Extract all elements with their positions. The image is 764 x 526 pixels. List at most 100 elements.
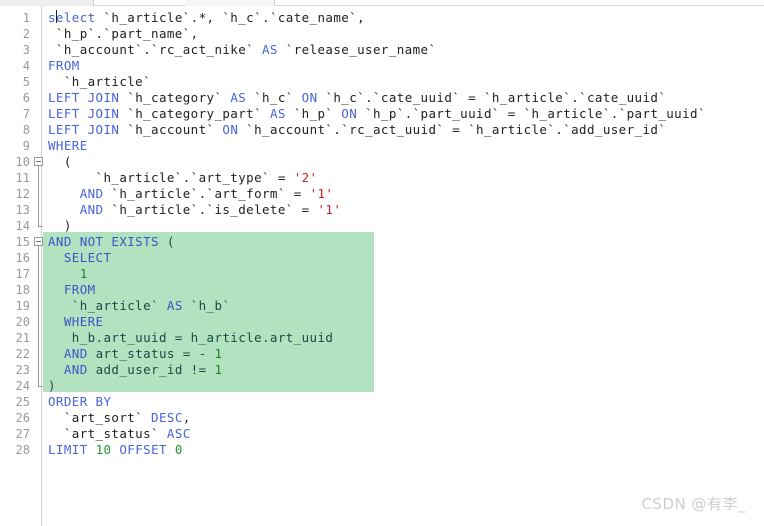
code-line[interactable]: 23 AND add_user_id != 1 bbox=[0, 362, 764, 378]
code-line[interactable]: 6 LEFT JOIN `h_category` AS `h_c` ON `h_c… bbox=[0, 90, 764, 106]
code-token-kw: AND bbox=[79, 202, 104, 217]
fold-guide-end bbox=[38, 218, 43, 227]
code-line[interactable]: 4 FROM bbox=[0, 58, 764, 74]
code-line-text: `art_status` ASC bbox=[48, 426, 191, 442]
code-token-id: `h_c` bbox=[246, 90, 302, 105]
code-line-text: FROM bbox=[48, 58, 80, 74]
code-line[interactable]: 19 `h_article` AS `h_b` bbox=[0, 298, 764, 314]
code-line[interactable]: 17 1 bbox=[0, 266, 764, 282]
code-token-kw: AS bbox=[230, 90, 247, 105]
code-token-kw: AND bbox=[63, 346, 88, 361]
code-line[interactable]: 22 AND art_status = - 1 bbox=[0, 346, 764, 362]
code-line[interactable]: 1 select `h_article`.*, `h_c`.`cate_name`… bbox=[0, 10, 764, 26]
csdn-watermark: CSDN @有李_ bbox=[641, 495, 746, 513]
line-number: 14 bbox=[15, 219, 30, 233]
fold-guide-line bbox=[38, 266, 39, 282]
line-number: 2 bbox=[22, 27, 30, 41]
code-token-kw: OFFSET bbox=[119, 442, 167, 457]
sql-code-editor[interactable]: 1 select `h_article`.*, `h_c`.`cate_name`… bbox=[0, 6, 764, 526]
code-line[interactable]: 12 AND `h_article`.`art_form` = '1' bbox=[0, 186, 764, 202]
code-line[interactable]: 10 ( bbox=[0, 154, 764, 170]
code-token-id bbox=[48, 362, 64, 377]
code-token-kw: SELECT bbox=[63, 250, 112, 265]
code-token-id: art_status = - bbox=[87, 346, 215, 361]
code-line[interactable]: 26 `art_sort` DESC, bbox=[0, 410, 764, 426]
code-token-id: `h_p` bbox=[285, 106, 342, 121]
code-token-kw: AND bbox=[63, 362, 88, 377]
code-line-text: `art_sort` DESC, bbox=[48, 410, 191, 426]
code-token-id: `h_account`.`rc_act_uuid` = `h_article`.… bbox=[238, 122, 667, 137]
code-line[interactable]: 24) bbox=[0, 378, 764, 394]
code-token-kw: AS bbox=[166, 298, 183, 313]
code-token-id: `art_sort` bbox=[48, 410, 152, 425]
code-token-id bbox=[88, 442, 96, 457]
code-line-text: ) bbox=[48, 378, 56, 394]
code-line-text: SELECT bbox=[48, 250, 111, 266]
code-line[interactable]: 9 WHERE bbox=[0, 138, 764, 154]
code-line[interactable]: 2 `h_p`.`part_name`, bbox=[0, 26, 764, 42]
code-line[interactable]: 8 LEFT JOIN `h_account` ON `h_account`.`r… bbox=[0, 122, 764, 138]
code-line[interactable]: 11 `h_article`.`art_type` = '2' bbox=[0, 170, 764, 186]
fold-guide-line bbox=[38, 298, 39, 314]
code-token-num: 1 bbox=[214, 346, 223, 361]
code-token-str: '1' bbox=[317, 202, 342, 217]
code-content[interactable]: 1 select `h_article`.*, `h_c`.`cate_name`… bbox=[0, 6, 764, 526]
code-line-text: AND NOT EXISTS ( bbox=[48, 234, 175, 250]
line-number: 6 bbox=[22, 91, 30, 105]
code-token-id: `release_user_name` bbox=[277, 42, 437, 57]
fold-guide-end bbox=[38, 378, 43, 387]
code-token-id: `h_category_part` bbox=[119, 106, 270, 121]
code-line-text: `h_article` AS `h_b` bbox=[48, 298, 230, 314]
code-token-kw: WHERE bbox=[63, 314, 104, 329]
code-line-text: select `h_article`.*, `h_c`.`cate_name`, bbox=[48, 10, 365, 26]
code-line-text: AND art_status = - 1 bbox=[48, 346, 222, 362]
line-number: 25 bbox=[15, 395, 30, 409]
code-token-id bbox=[48, 266, 80, 281]
code-token-id bbox=[48, 282, 64, 297]
code-line[interactable]: 14 ) bbox=[0, 218, 764, 234]
code-token-kw: WHERE bbox=[48, 138, 88, 153]
code-line-text: `h_account`.`rc_act_nike` AS `release_us… bbox=[48, 42, 436, 58]
line-number: 3 bbox=[22, 43, 30, 57]
code-line[interactable]: 18 FROM bbox=[0, 282, 764, 298]
code-token-id: `h_c`.`cate_uuid` = `h_article`.`cate_uu… bbox=[317, 90, 667, 105]
code-token-kw: ON bbox=[341, 106, 358, 121]
line-number: 23 bbox=[15, 363, 30, 377]
code-token-id: `h_b` bbox=[182, 298, 231, 313]
code-line[interactable]: 5 `h_article` bbox=[0, 74, 764, 90]
code-token-pn: ( bbox=[158, 234, 175, 249]
line-number: 19 bbox=[15, 299, 30, 313]
code-token-id bbox=[48, 314, 64, 329]
code-token-id: `h_article`.`art_form` = bbox=[103, 186, 310, 201]
code-line[interactable]: 27 `art_status` ASC bbox=[0, 426, 764, 442]
fold-guide-line bbox=[38, 250, 39, 266]
code-line[interactable]: 7 LEFT JOIN `h_category_part` AS `h_p` ON… bbox=[0, 106, 764, 122]
code-token-id: `h_account`.`rc_act_nike` bbox=[48, 42, 262, 57]
code-line-text: 1 bbox=[48, 266, 88, 282]
line-number: 9 bbox=[22, 139, 30, 153]
code-token-kw: FROM bbox=[63, 282, 96, 297]
code-token-kw: LIMIT bbox=[48, 442, 88, 457]
code-token-id: `h_article` bbox=[48, 298, 167, 313]
code-line[interactable]: 3 `h_account`.`rc_act_nike` AS `release_… bbox=[0, 42, 764, 58]
code-line[interactable]: 13 AND `h_article`.`is_delete` = '1' bbox=[0, 202, 764, 218]
code-line[interactable]: 28 LIMIT 10 OFFSET 0 bbox=[0, 442, 764, 458]
code-line[interactable]: 16 SELECT bbox=[0, 250, 764, 266]
code-line[interactable]: 15 AND NOT EXISTS ( bbox=[0, 234, 764, 250]
code-line-text: WHERE bbox=[48, 314, 104, 330]
line-number: 1 bbox=[22, 11, 30, 25]
code-token-kw: DESC bbox=[151, 410, 183, 425]
code-line-text: `h_p`.`part_name`, bbox=[48, 26, 199, 42]
code-token-kw: ON bbox=[222, 122, 239, 137]
code-token-pn: ( bbox=[48, 154, 72, 169]
fold-guide-line bbox=[38, 282, 39, 298]
code-line[interactable]: 25 ORDER BY bbox=[0, 394, 764, 410]
code-line[interactable]: 20 WHERE bbox=[0, 314, 764, 330]
code-line[interactable]: 21 h_b.art_uuid = h_article.art_uuid bbox=[0, 330, 764, 346]
line-number: 22 bbox=[15, 347, 30, 361]
code-token-kw: AND bbox=[79, 186, 104, 201]
code-line-text: LEFT JOIN `h_account` ON `h_account`.`rc… bbox=[48, 122, 666, 138]
line-number: 15 bbox=[15, 235, 30, 249]
line-number: 5 bbox=[22, 75, 30, 89]
line-number: 21 bbox=[15, 331, 30, 345]
